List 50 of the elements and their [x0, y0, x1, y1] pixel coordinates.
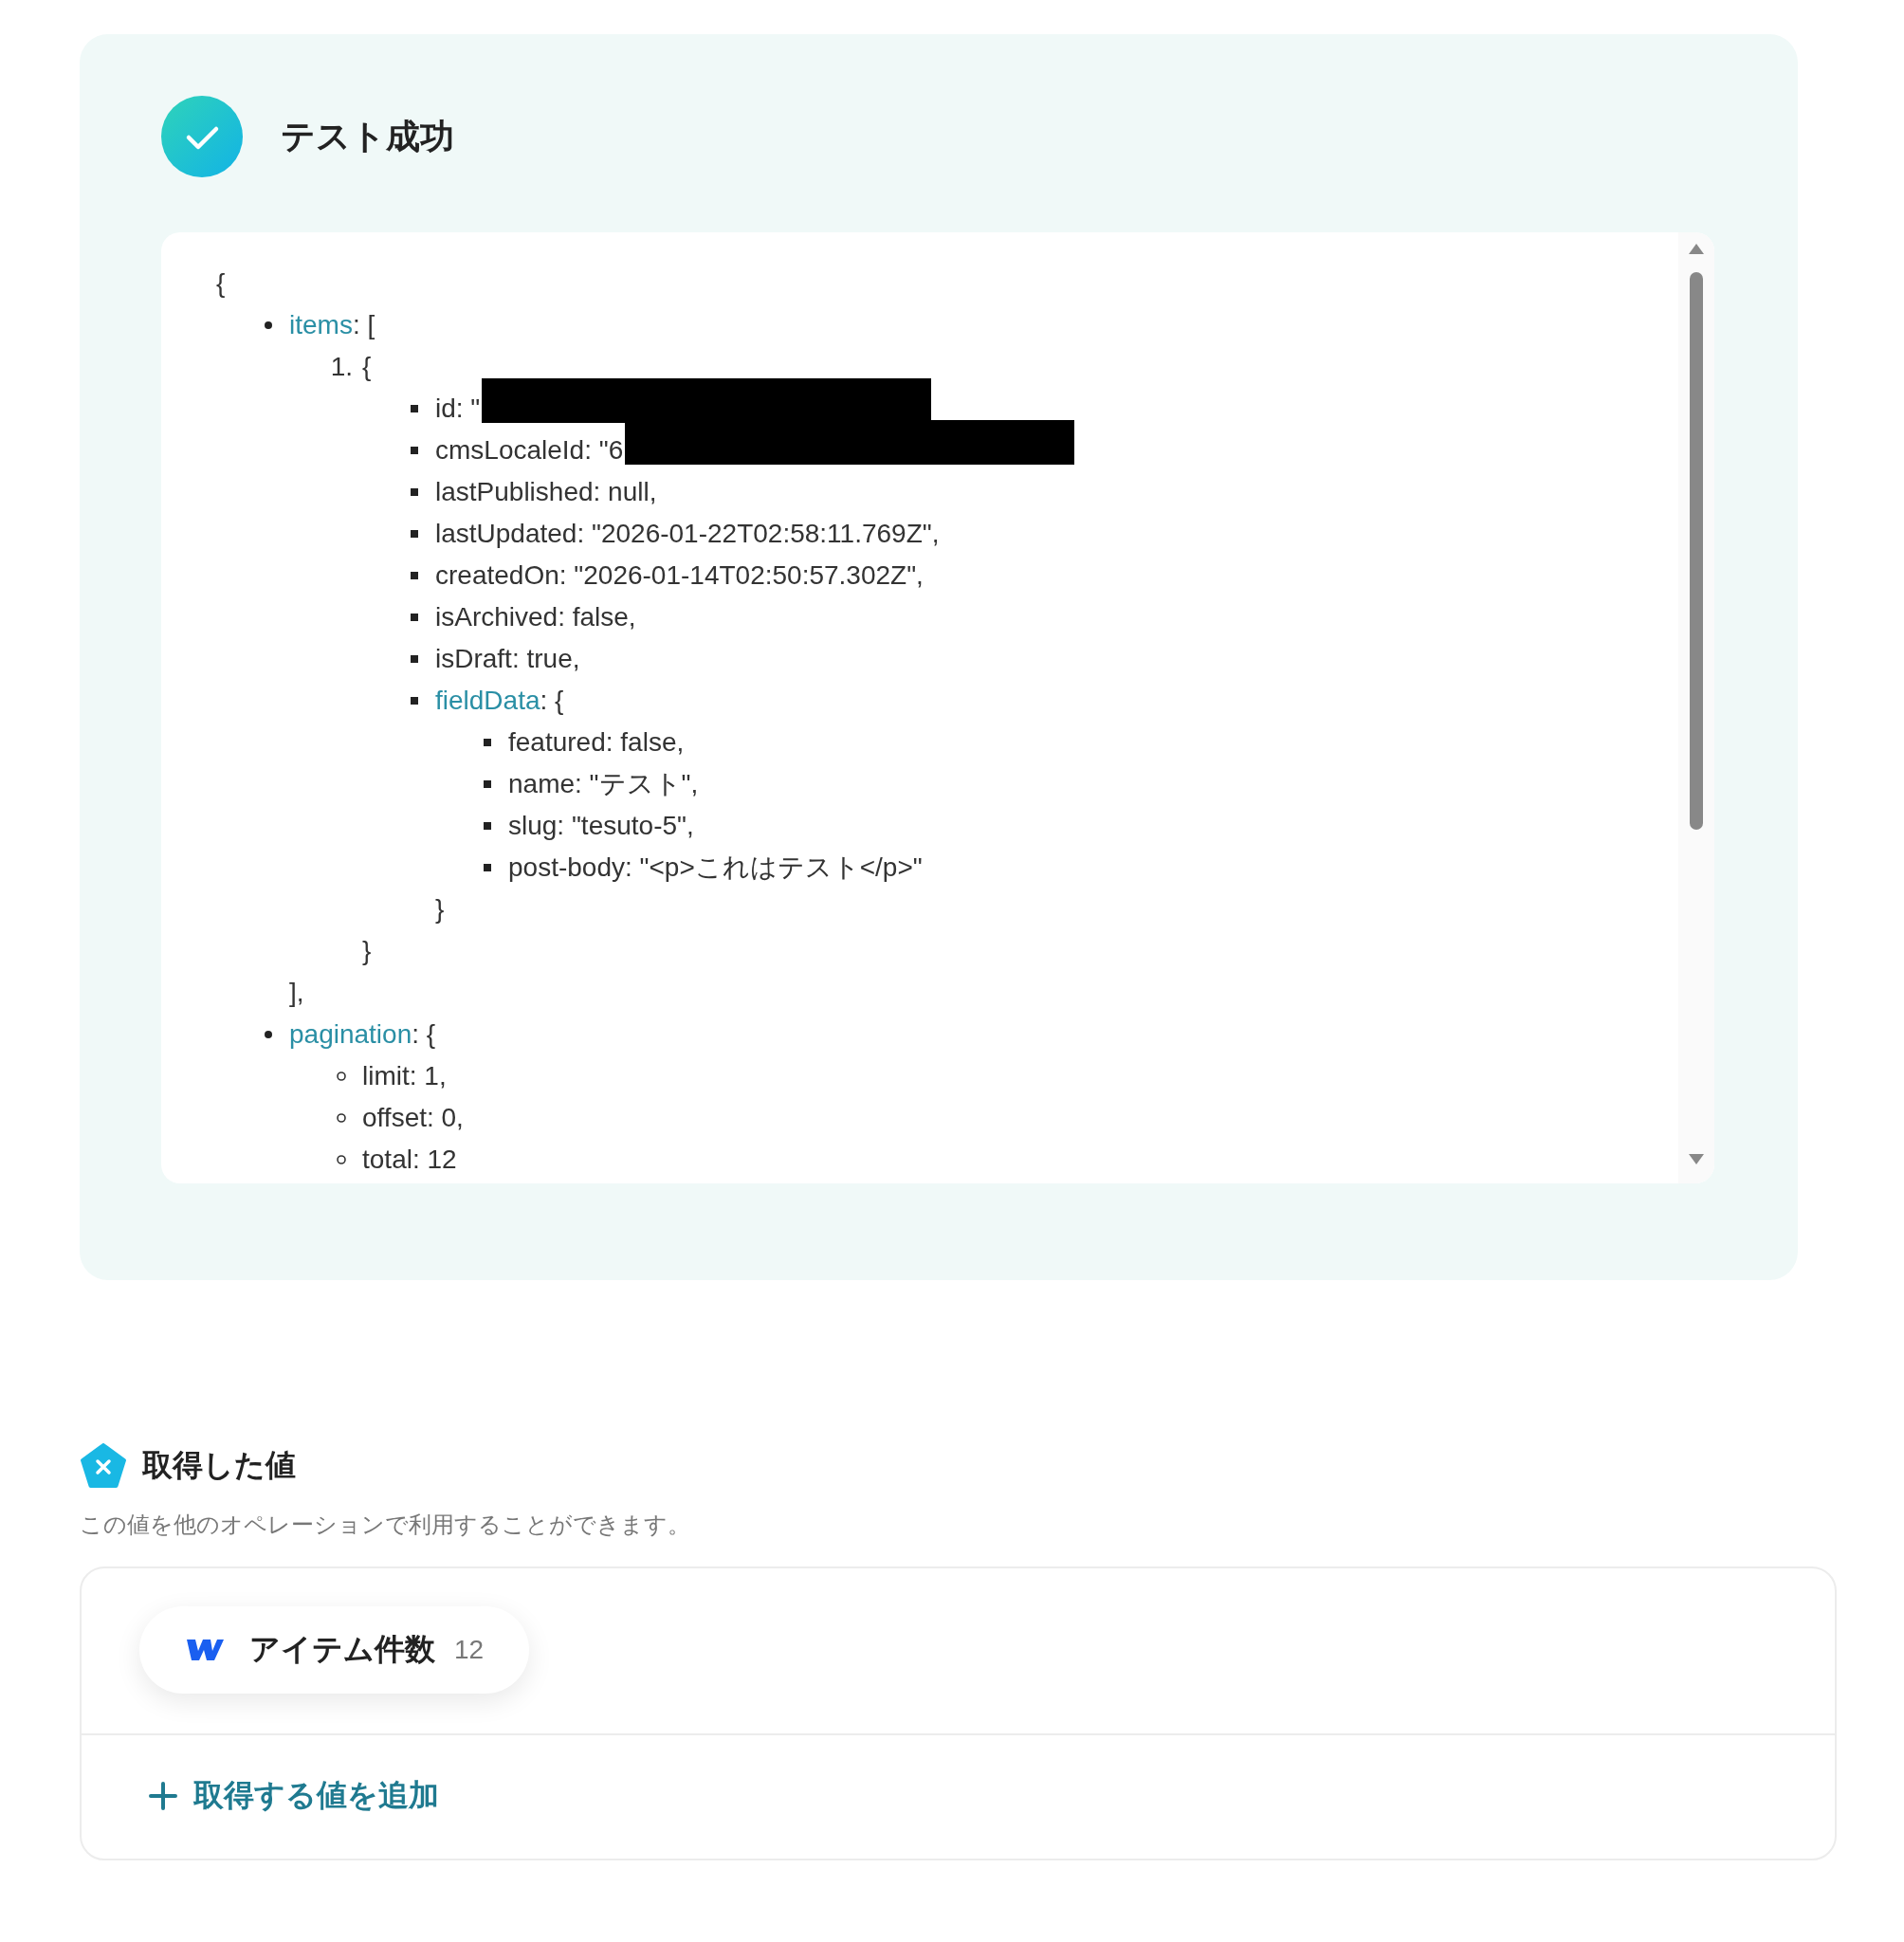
- json-line: id: ": [435, 393, 481, 425]
- json-line: {: [216, 267, 226, 300]
- pentagon-icon: [80, 1443, 127, 1489]
- json-line: ],: [289, 977, 304, 1009]
- json-line: limit: 1,: [362, 1060, 447, 1092]
- bullet-icon: [411, 655, 418, 663]
- json-line: }: [362, 935, 372, 967]
- json-line: {: [362, 351, 372, 383]
- plus-icon: [148, 1781, 178, 1811]
- json-line: items: [: [289, 309, 375, 341]
- scrollbar[interactable]: [1678, 232, 1714, 1183]
- json-line: createdOn: "2026-01-14T02:50:57.302Z",: [435, 559, 924, 592]
- bullet-icon: [337, 1155, 346, 1164]
- bullet-icon: [265, 321, 272, 329]
- bullet-icon: [337, 1072, 346, 1081]
- add-value-button[interactable]: 取得する値を追加: [148, 1775, 439, 1817]
- logo-icon: [185, 1638, 225, 1662]
- list-number: 1.: [330, 351, 353, 383]
- bullet-icon: [411, 697, 418, 705]
- json-line: lastPublished: null,: [435, 476, 657, 508]
- status-title: テスト成功: [281, 115, 454, 157]
- json-line: }: [435, 893, 445, 925]
- json-line: fieldData: {: [435, 685, 564, 717]
- json-line: isArchived: false,: [435, 601, 636, 633]
- json-line: isDraft: true,: [435, 643, 580, 675]
- json-line: name: "テスト",: [508, 768, 699, 800]
- bullet-icon: [484, 739, 491, 746]
- json-line: offset: 0,: [362, 1102, 464, 1134]
- bullet-icon: [411, 447, 418, 454]
- bullet-icon: [411, 488, 418, 496]
- json-line: total: 12: [362, 1144, 457, 1176]
- json-line: post-body: "<p>これはテスト</p>": [508, 852, 923, 884]
- bullet-icon: [265, 1031, 272, 1038]
- json-line: cmsLocaleId: "6: [435, 434, 624, 467]
- section-title: 取得した値: [142, 1447, 296, 1484]
- json-line: pagination: {: [289, 1018, 436, 1051]
- bullet-icon: [484, 822, 491, 830]
- bullet-icon: [411, 614, 418, 621]
- json-line: slug: "tesuto-5",: [508, 810, 694, 842]
- section-description: この値を他のオペレーションで利用することができます。: [80, 1511, 691, 1539]
- bullet-icon: [484, 780, 491, 788]
- bullet-icon: [411, 572, 418, 579]
- bullet-icon: [484, 864, 491, 871]
- bullet-icon: [337, 1113, 346, 1123]
- check-icon: [161, 96, 243, 177]
- json-line: lastUpdated: "2026-01-22T02:58:11.769Z",: [435, 518, 940, 550]
- value-chip[interactable]: アイテム件数 12: [139, 1606, 530, 1694]
- bullet-icon: [411, 530, 418, 538]
- json-line: featured: false,: [508, 726, 685, 759]
- bullet-icon: [411, 405, 418, 412]
